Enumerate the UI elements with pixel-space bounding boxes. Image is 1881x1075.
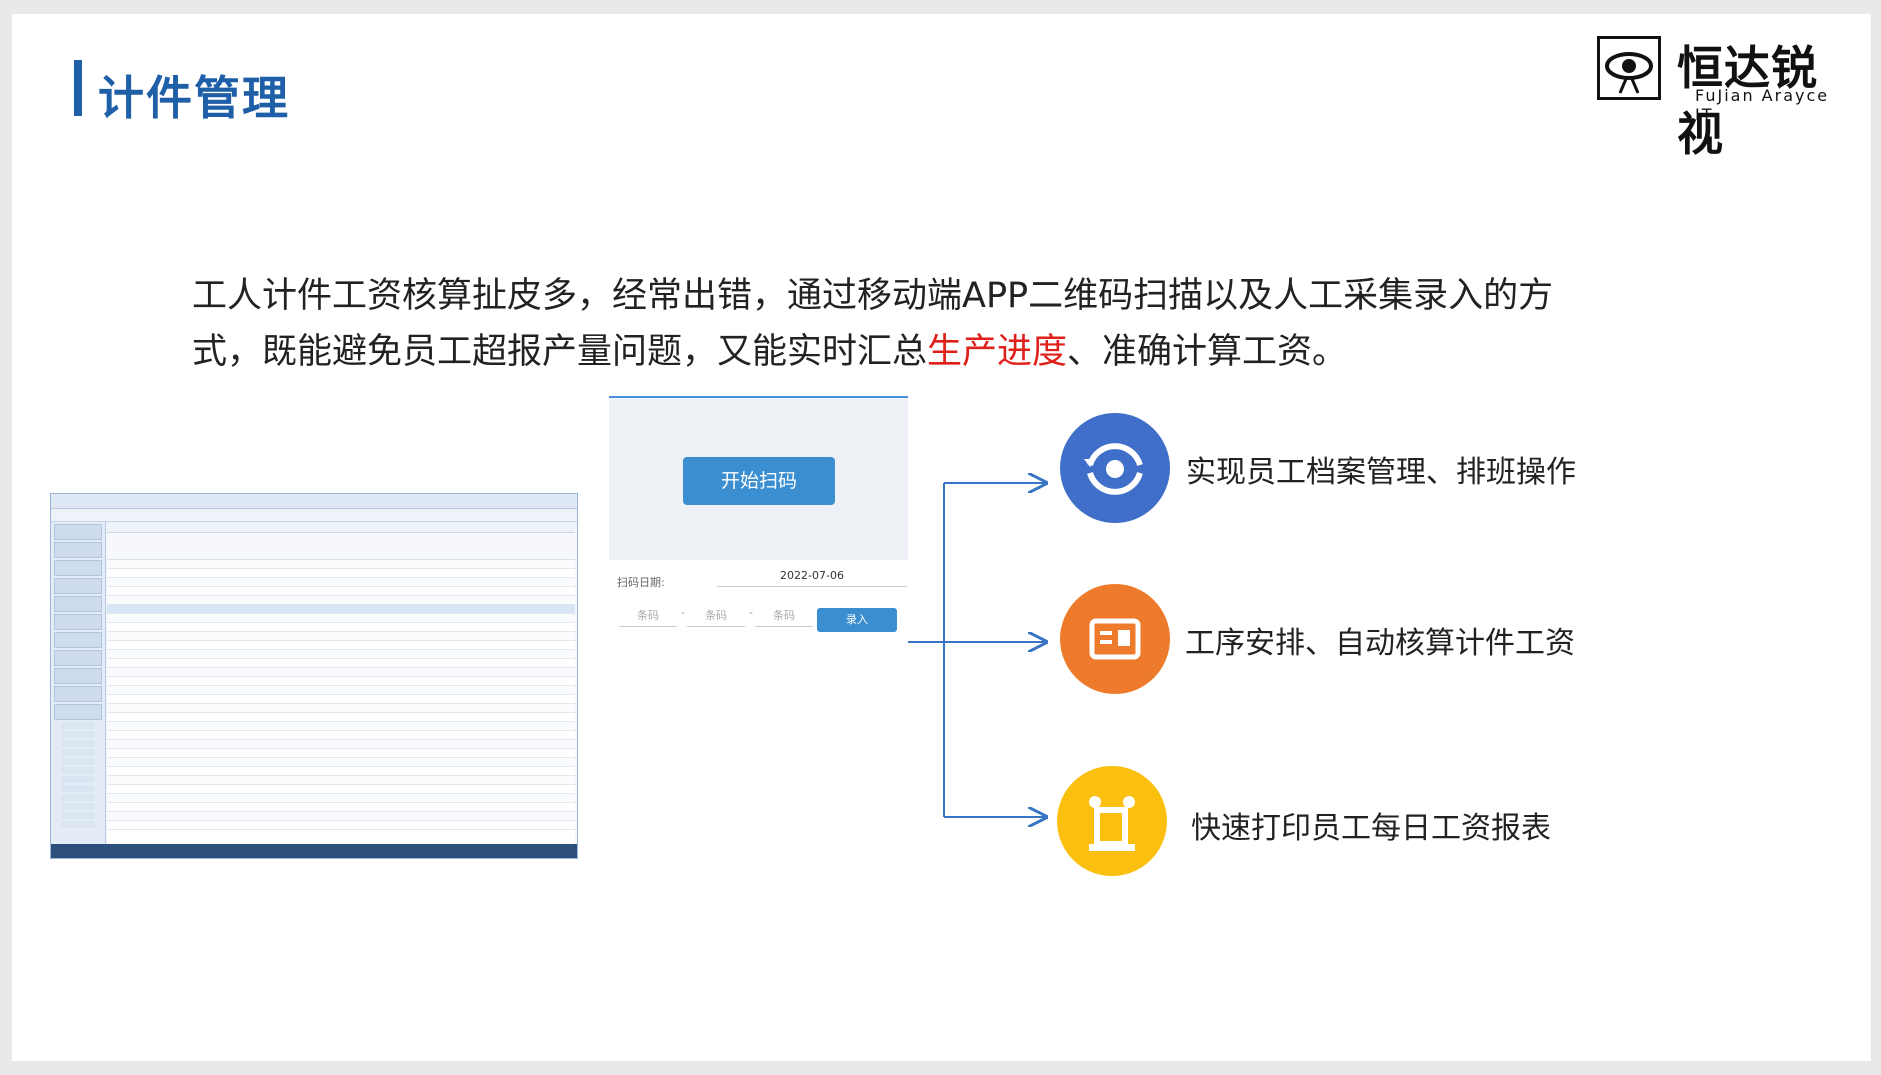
id-card-icon	[1060, 584, 1170, 694]
feature-2-text: 工序安排、自动核算计件工资	[1185, 626, 1575, 661]
feature-3-text: 快速打印员工每日工资报表	[1191, 811, 1551, 846]
feature-1-text: 实现员工档案管理、排班操作	[1186, 455, 1576, 490]
eye-sync-icon	[1060, 413, 1170, 523]
robot-arm-icon	[1057, 766, 1167, 876]
connector-arrows	[908, 0, 1881, 1075]
